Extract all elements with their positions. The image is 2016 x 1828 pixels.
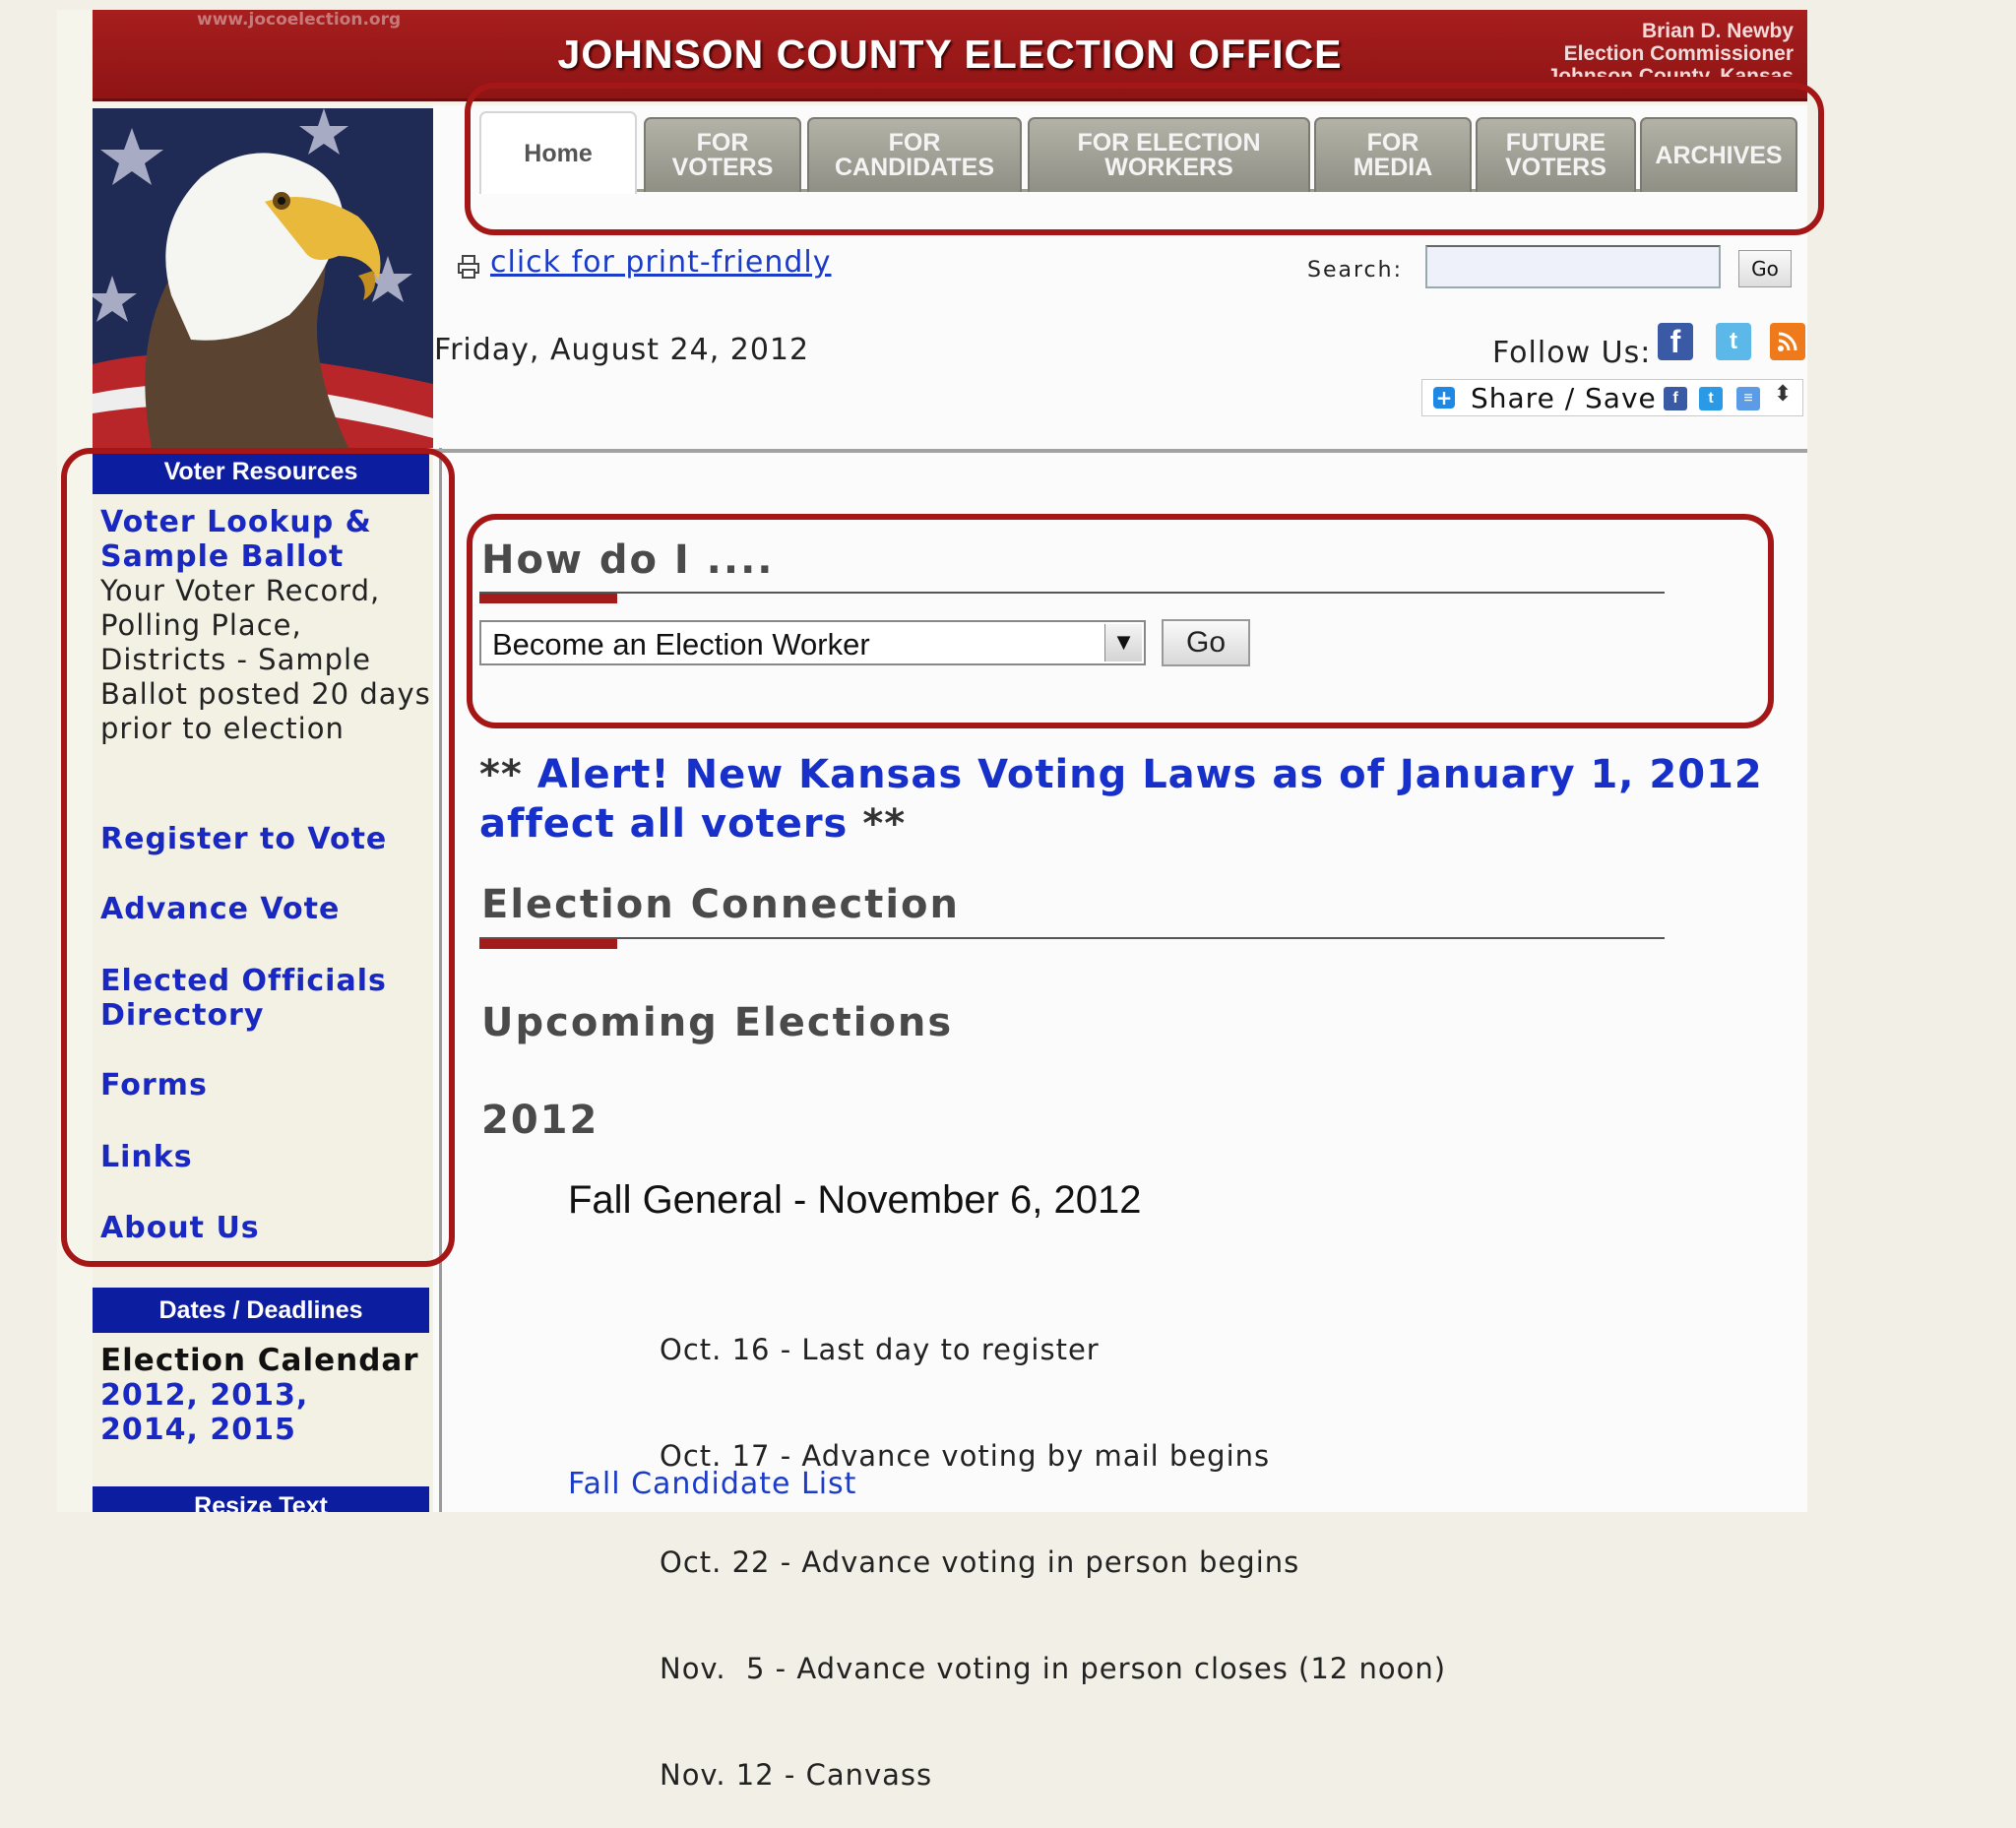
tab-for-election-workers-label: FOR ELECTION WORKERS [1077,129,1261,181]
share-plus-icon: + [1433,387,1455,409]
commissioner-name: Brian D. Newby [1641,20,1794,42]
alert-stars-open: ** [479,752,523,797]
voter-lookup-link[interactable]: Voter Lookup & Sample Ballot [100,505,415,574]
content-divider [433,449,1807,453]
list-item: Oct. 16 - Last day to register [660,1333,1100,1366]
list-item: Nov. 5 - Advance voting in person closes… [660,1652,1447,1685]
list-item: Nov. 12 - Canvass [660,1758,933,1792]
county-name: Johnson County, Kansas [1546,65,1794,77]
how-do-i-title: How do I .... [481,537,775,583]
tab-home[interactable]: Home [479,111,637,194]
list-item: Oct. 22 - Advance voting in person begin… [660,1545,1300,1579]
election-calendar-years[interactable]: 2012, 2013, 2014, 2015 [100,1378,415,1447]
year-heading: 2012 [481,1098,599,1143]
tab-for-media-label: FOR MEDIA [1353,129,1433,181]
how-do-i-accent [479,594,617,603]
how-do-i-selected-value: Become an Election Worker [492,627,870,662]
how-do-i-rule [479,592,1665,594]
election-connection-title: Election Connection [481,882,961,927]
sidebar-divider [439,448,442,1512]
search-label: Search: [1307,258,1403,283]
printer-icon[interactable] [456,254,481,284]
twitter-icon[interactable]: t [1716,323,1751,360]
fall-candidate-list-link[interactable]: Fall Candidate List [568,1467,856,1501]
eagle-flag-image [93,108,433,448]
print-friendly-link[interactable]: click for print-friendly [490,245,832,280]
tab-for-candidates[interactable]: FOR CANDIDATES [807,117,1022,192]
alert-stars-close: ** [862,801,907,847]
election-connection-rule [479,937,1665,939]
election-connection-accent [479,939,617,949]
tab-archives[interactable]: ARCHIVES [1640,117,1797,192]
upcoming-elections-title: Upcoming Elections [481,1000,954,1045]
tab-for-election-workers[interactable]: FOR ELECTION WORKERS [1028,117,1310,192]
current-date: Friday, August 24, 2012 [434,333,810,367]
share-expand-icon[interactable]: ⬍ [1774,382,1792,407]
sidebar-item-advance-vote[interactable]: Advance Vote [100,892,340,926]
resize-text-header: Resize Text [93,1486,429,1512]
alert-link[interactable]: Alert! New Kansas Voting Laws as of Janu… [479,752,1763,847]
dates-deadlines-header: Dates / Deadlines [93,1288,429,1333]
alert-banner[interactable]: ** Alert! New Kansas Voting Laws as of J… [479,750,1798,849]
tab-home-label: Home [524,139,593,167]
chevron-down-icon[interactable]: ▼ [1104,624,1142,662]
facebook-icon[interactable]: f [1658,323,1693,360]
tab-for-media[interactable]: FOR MEDIA [1314,117,1472,192]
how-do-i-go-button[interactable]: Go [1162,619,1250,666]
sidebar-item-register-to-vote[interactable]: Register to Vote [100,822,387,856]
follow-us-label: Follow Us: [1492,336,1652,370]
tab-for-candidates-label: FOR CANDIDATES [834,129,995,181]
election-dates-list: Oct. 16 - Last day to register Oct. 17 -… [660,1261,1446,1828]
share-more-icon[interactable]: ≡ [1736,387,1760,410]
election-calendar-label: Election Calendar [100,1343,419,1378]
tab-archives-label: ARCHIVES [1655,141,1783,169]
share-facebook-icon[interactable]: f [1664,387,1687,410]
voter-resources-header: Voter Resources [93,449,429,494]
search-input[interactable] [1425,245,1721,288]
commissioner-title: Election Commissioner [1563,42,1794,65]
commissioner-info: Brian D. Newby Election Commissioner Joh… [1547,20,1794,77]
fall-general-title: Fall General - November 6, 2012 [568,1178,1142,1222]
rss-icon[interactable] [1770,323,1805,360]
sidebar-item-elected-officials-directory[interactable]: Elected Officials Directory [100,964,396,1033]
tab-future-voters[interactable]: FUTURE VOTERS [1476,117,1636,192]
tab-future-voters-label: FUTURE VOTERS [1505,129,1606,181]
search-go-button[interactable]: Go [1738,250,1792,287]
tab-for-voters-label: FOR VOTERS [671,129,774,181]
sidebar-item-about-us[interactable]: About Us [100,1211,260,1245]
voter-lookup-description: Your Voter Record, Polling Place, Distri… [100,574,431,745]
share-save-label[interactable]: Share / Save [1471,382,1657,414]
share-twitter-icon[interactable]: t [1699,387,1723,410]
sidebar-item-forms[interactable]: Forms [100,1068,208,1103]
site-header: www.jocoelection.org JOHNSON COUNTY ELEC… [93,10,1807,101]
tab-for-voters[interactable]: FOR VOTERS [644,117,801,192]
sidebar-item-links[interactable]: Links [100,1140,193,1174]
